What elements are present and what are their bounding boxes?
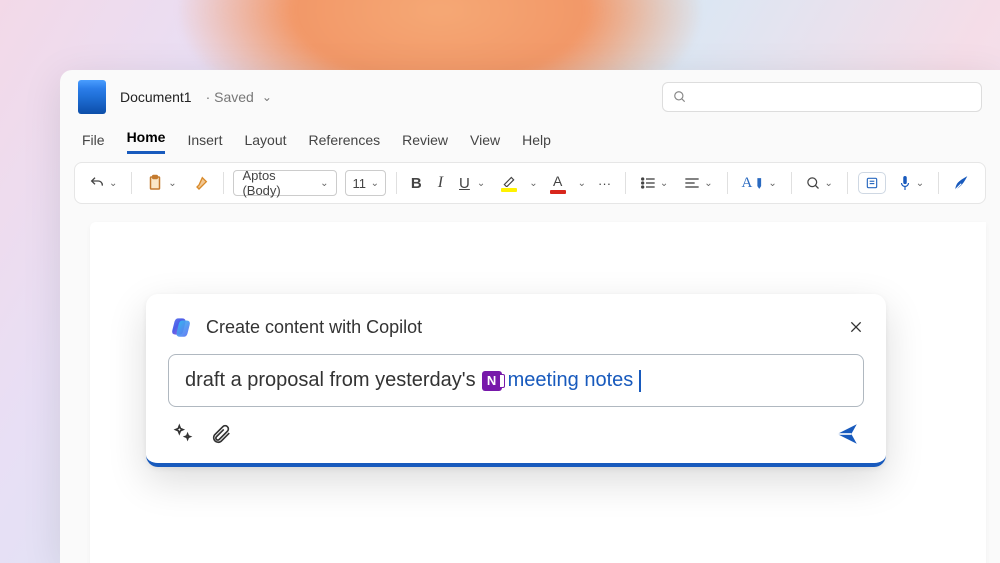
search-icon [673,90,687,104]
tab-home[interactable]: Home [127,129,166,154]
undo-icon [89,175,105,191]
copilot-prompt-input[interactable]: draft a proposal from yesterday's N meet… [168,354,864,407]
magnifier-icon [806,176,821,191]
attach-button[interactable] [210,423,232,445]
dictate-button[interactable]: ⌄ [894,170,928,196]
tab-help[interactable]: Help [522,132,551,154]
tab-layout[interactable]: Layout [244,132,286,154]
font-color-letter: A [553,173,562,189]
reference-link[interactable]: meeting notes [508,369,634,392]
font-family-select[interactable]: Aptos (Body) ⌄ [233,170,337,196]
highlight-button[interactable] [497,171,521,196]
transcribe-icon [865,176,879,190]
format-painter-button[interactable] [189,171,213,195]
mic-icon [898,174,912,192]
paste-button[interactable]: ⌄ [142,170,180,196]
sparkle-icon [172,423,194,445]
tab-insert[interactable]: Insert [187,132,222,154]
search-input[interactable] [662,82,982,112]
font-size-value: 11 [352,176,366,191]
copilot-icon [168,314,194,340]
pen-feather-icon [953,174,971,192]
find-button[interactable]: ⌄ [802,172,837,195]
more-formatting-button[interactable]: ··· [594,172,615,195]
app-window: Document1 · Saved ⌄ File Home Insert Lay… [60,70,1000,563]
bullets-button[interactable]: ⌄ [636,172,672,194]
inspire-button[interactable] [172,423,194,445]
send-button[interactable] [834,421,860,447]
copilot-panel: Create content with Copilot draft a prop… [146,294,886,467]
underline-button[interactable]: U⌄ [455,171,489,196]
font-family-value: Aptos (Body) [242,168,300,198]
copilot-title: Create content with Copilot [206,317,836,338]
align-icon [684,176,700,190]
paperclip-icon [210,423,232,445]
document-title[interactable]: Document1 [120,89,192,105]
title-chevron-icon[interactable]: ⌄ [262,90,272,104]
tab-references[interactable]: References [309,132,381,154]
styles-button[interactable]: A ⌄ [737,171,780,196]
send-icon [834,421,860,447]
bullets-icon [640,176,656,190]
clipboard-icon [146,174,164,192]
document-canvas[interactable]: Create content with Copilot draft a prop… [90,222,986,563]
save-status: · Saved [206,89,254,105]
italic-button[interactable]: I [434,170,447,196]
font-color-button[interactable]: A [546,169,570,198]
text-cursor [639,370,641,392]
highlighter-icon [502,175,516,187]
tab-review[interactable]: Review [402,132,448,154]
font-size-select[interactable]: 11 ⌄ [345,170,386,196]
menu-bar: File Home Insert Layout References Revie… [60,124,1000,154]
paintbrush-icon [193,175,209,191]
dictate-box[interactable] [858,172,886,194]
styles-pen-icon [756,177,764,189]
title-bar: Document1 · Saved ⌄ [60,70,1000,124]
tab-view[interactable]: View [470,132,500,154]
close-icon [848,319,864,335]
editor-pen-button[interactable] [949,170,975,196]
prompt-text: draft a proposal from yesterday's [185,369,476,392]
ribbon-toolbar: ⌄ ⌄ Aptos (Body) ⌄ 11 ⌄ B I U⌄ ⌄ [74,162,986,204]
undo-button[interactable]: ⌄ [85,171,121,195]
bold-button[interactable]: B [407,171,426,196]
tab-file[interactable]: File [82,132,105,154]
close-button[interactable] [848,319,864,335]
word-app-icon [78,80,106,114]
onenote-icon: N [482,371,502,391]
align-button[interactable]: ⌄ [680,172,716,194]
